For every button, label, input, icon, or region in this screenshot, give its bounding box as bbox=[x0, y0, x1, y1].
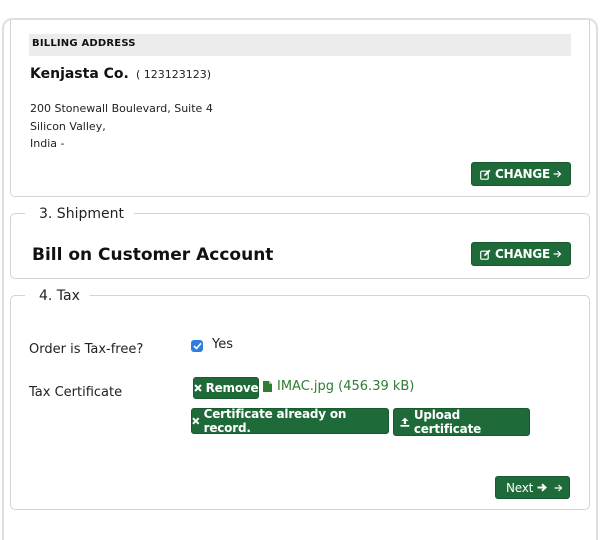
arrow-right-icon bbox=[554, 484, 563, 491]
remove-label: Remove bbox=[205, 381, 259, 395]
change-shipment-label: CHANGE bbox=[495, 247, 551, 261]
remove-certificate-button[interactable]: Remove bbox=[193, 377, 259, 399]
billing-address-heading: BILLING ADDRESS bbox=[32, 38, 136, 49]
upload-certificate-label: Upload certificate bbox=[413, 408, 482, 436]
arrow-right-bold-icon bbox=[537, 483, 548, 492]
upload-icon bbox=[400, 417, 410, 427]
checkmark-icon bbox=[192, 342, 202, 350]
certificate-on-record-label: Certificate already on record. bbox=[203, 407, 347, 435]
file-icon bbox=[263, 381, 272, 392]
company-name: Kenjasta Co. bbox=[30, 66, 129, 82]
close-icon bbox=[193, 384, 202, 392]
tax-panel: 4. Tax Order is Tax-free? Yes Tax Certif… bbox=[10, 287, 590, 510]
change-shipment-button[interactable]: CHANGE bbox=[471, 242, 571, 266]
change-billing-label: CHANGE bbox=[495, 167, 551, 181]
edit-icon bbox=[480, 249, 491, 260]
billing-address-header: BILLING ADDRESS bbox=[29, 34, 571, 56]
certificate-on-record-button[interactable]: Certificate already on record. bbox=[191, 407, 389, 435]
address-line-3: India - bbox=[30, 137, 65, 150]
tax-certificate-label: Tax Certificate bbox=[29, 385, 123, 400]
address-line-1: 200 Stonewall Boulevard, Suite 4 bbox=[30, 102, 213, 115]
company-id: ( 123123123) bbox=[135, 68, 212, 81]
company-name-row: Kenjasta Co. ( 123123123) bbox=[30, 63, 211, 82]
tax-free-value: Yes bbox=[212, 337, 233, 352]
tax-legend: 4. Tax bbox=[25, 287, 90, 305]
certificate-file-link[interactable]: IMAC.jpg (456.39 kB) bbox=[263, 379, 414, 394]
change-billing-button[interactable]: CHANGE bbox=[471, 162, 571, 186]
shipment-legend: 3. Shipment bbox=[25, 205, 134, 223]
close-icon bbox=[192, 417, 200, 425]
tax-free-label: Order is Tax-free? bbox=[29, 342, 144, 357]
tax-free-checkbox[interactable] bbox=[191, 340, 203, 352]
edit-icon bbox=[480, 169, 491, 180]
shipment-method: Bill on Customer Account bbox=[32, 245, 274, 265]
arrow-right-icon bbox=[553, 250, 562, 258]
next-label: Next bbox=[506, 480, 534, 495]
arrow-right-icon bbox=[553, 170, 562, 178]
billing-address-panel: BILLING ADDRESS Kenjasta Co. ( 123123123… bbox=[10, 20, 590, 197]
shipment-panel: 3. Shipment Bill on Customer Account CHA… bbox=[10, 205, 590, 279]
upload-certificate-button[interactable]: Upload certificate bbox=[393, 408, 530, 436]
next-button[interactable]: Next bbox=[495, 476, 570, 499]
address-line-2: Silicon Valley, bbox=[30, 120, 106, 133]
certificate-file-name: IMAC.jpg (456.39 kB) bbox=[277, 379, 415, 394]
